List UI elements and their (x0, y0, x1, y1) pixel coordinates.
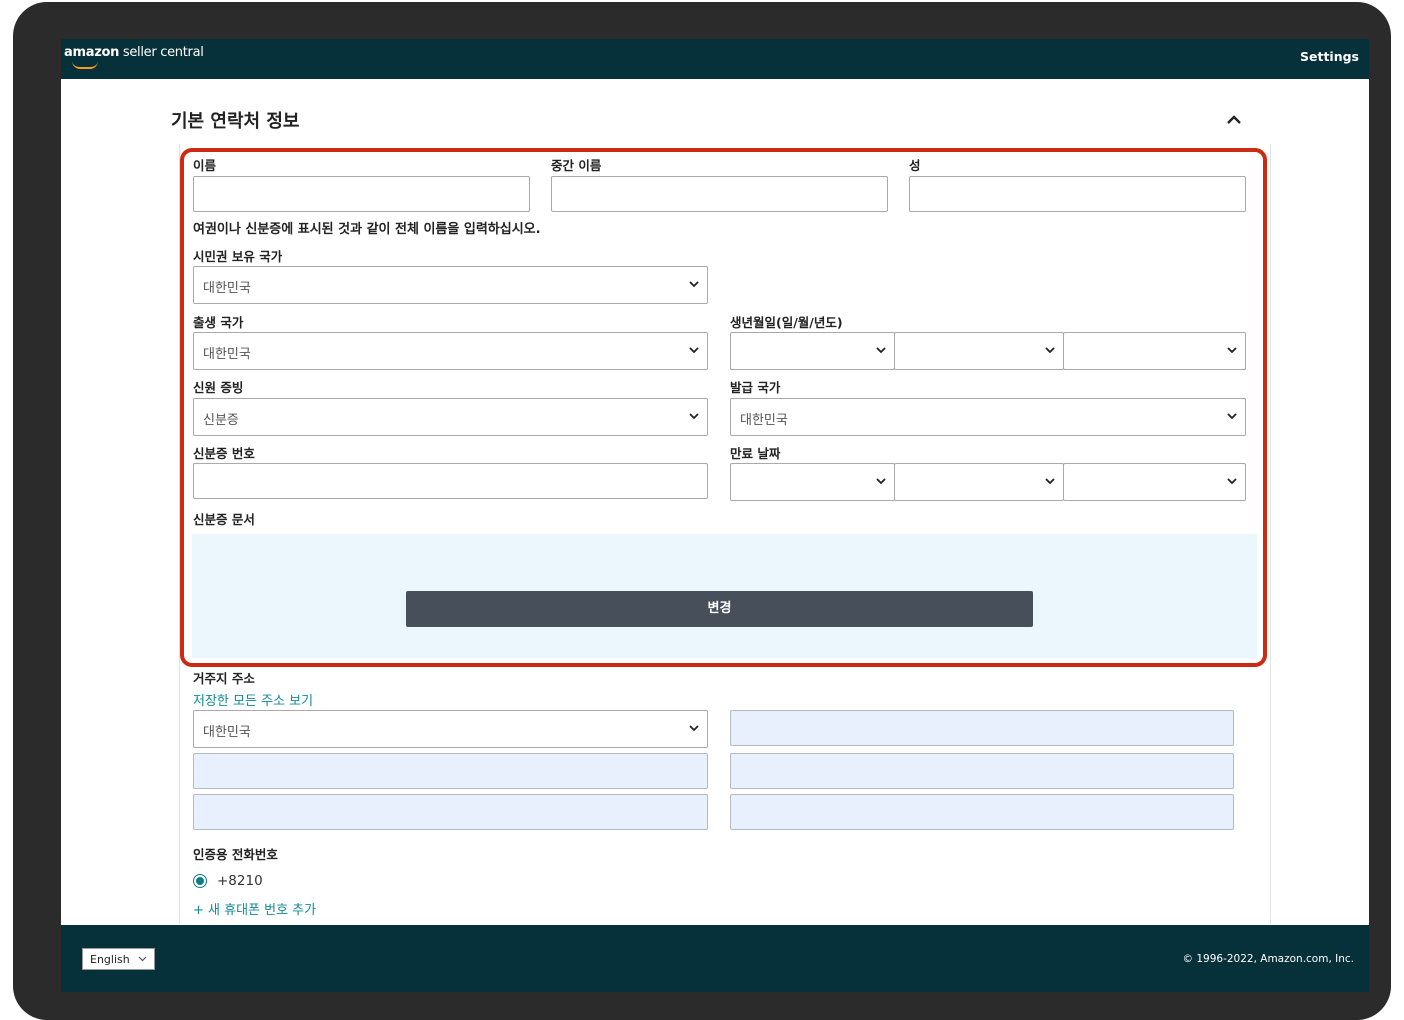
address-country-select[interactable]: 대한민국 (193, 710, 708, 748)
address-line-1-input[interactable] (730, 710, 1234, 746)
language-value: English (90, 953, 130, 966)
section-title: 기본 연락처 정보 (171, 111, 300, 132)
seller-central-logo[interactable]: amazon seller central (64, 45, 204, 69)
address-country-value: 대한민국 (203, 725, 251, 740)
chevron-down-icon (689, 725, 699, 732)
amazon-smile-icon (72, 61, 98, 69)
main-content: 기본 연락처 정보 이름 중간 이름 성 여권이나 신분증에 표시된 것과 같이… (61, 79, 1369, 925)
highlight-box (180, 148, 1267, 667)
copyright-text: © 1996-2022, Amazon.com, Inc. (1182, 953, 1354, 965)
top-nav-bar: amazon seller central Settings (61, 39, 1369, 79)
add-phone-link[interactable]: + 새 휴대폰 번호 추가 (193, 899, 316, 918)
screen: amazon seller central Settings 기본 연락처 정보… (61, 39, 1369, 992)
phone-label: 인증용 전화번호 (193, 847, 278, 862)
address-state-input[interactable] (193, 794, 708, 830)
chevron-down-icon (138, 956, 147, 962)
address-label: 거주지 주소 (193, 671, 255, 686)
phone-number: +8210 (217, 873, 263, 889)
view-all-addresses-link[interactable]: 저장한 모든 주소 보기 (193, 690, 313, 709)
footer: English © 1996-2022, Amazon.com, Inc. (61, 925, 1369, 992)
chevron-up-icon[interactable] (1227, 113, 1241, 127)
settings-link[interactable]: Settings (1300, 49, 1359, 64)
address-postal-input[interactable] (730, 794, 1234, 830)
address-city-input[interactable] (730, 753, 1234, 789)
radio-selected-icon[interactable] (193, 874, 207, 888)
language-select[interactable]: English (82, 948, 155, 970)
address-line-2-input[interactable] (193, 753, 708, 789)
tablet-frame: amazon seller central Settings 기본 연락처 정보… (13, 2, 1391, 1020)
